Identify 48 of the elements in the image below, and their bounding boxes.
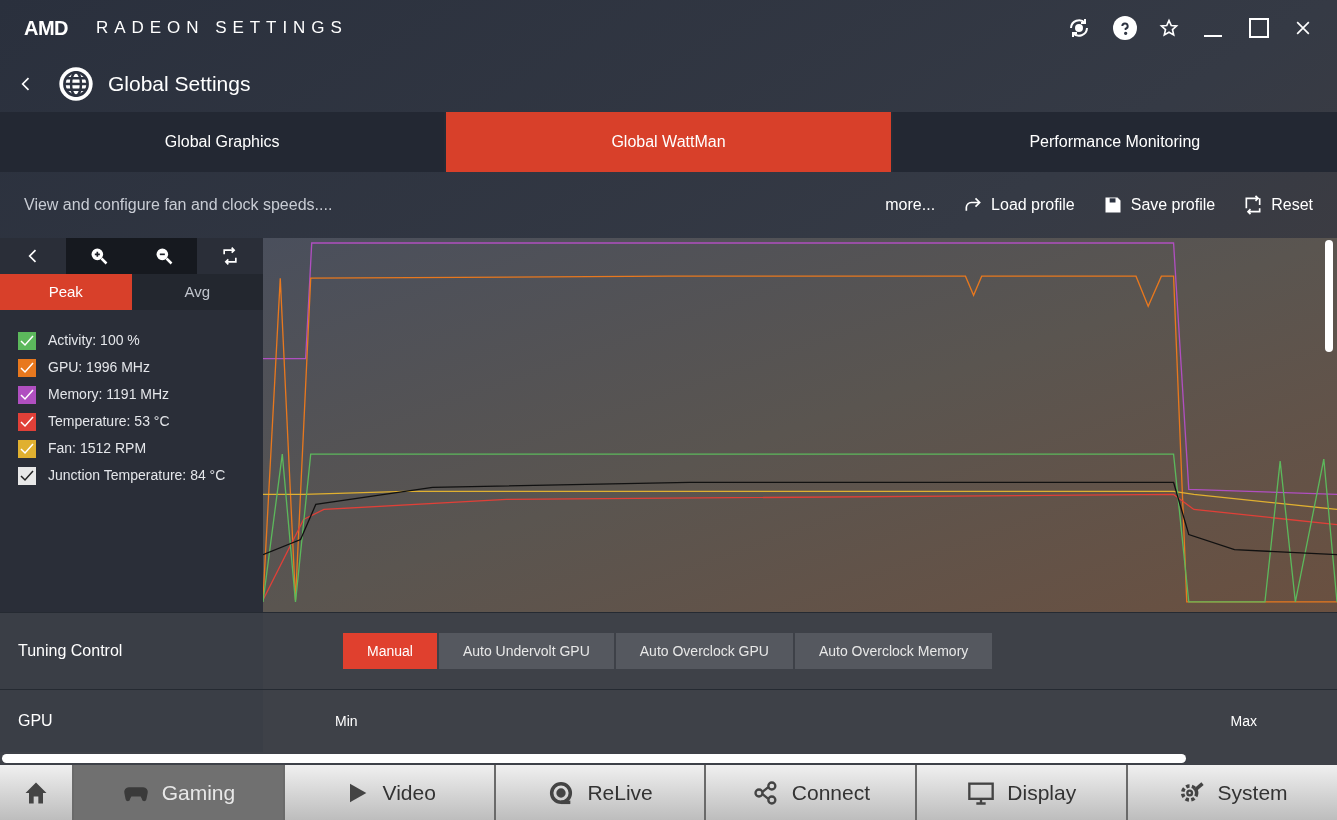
star-icon[interactable] [1159,17,1179,38]
nav-tab[interactable]: Gaming [74,765,283,820]
home-button[interactable] [0,765,72,820]
legend-label: Fan: 1512 RPM [48,439,147,458]
nav-tab[interactable]: Display [917,765,1127,820]
legend-checkbox[interactable] [18,412,36,431]
save-button[interactable]: Save profile [1102,193,1216,217]
page-title: Global Settings [108,70,251,97]
row-label: GPU [18,711,53,731]
row-label: Tuning Control [18,641,123,661]
tab[interactable]: Global WattMan [446,112,891,172]
tuning-option[interactable]: Manual [343,633,437,669]
legend-checkbox[interactable] [18,358,36,377]
max-label: Max [1230,711,1257,731]
legend-checkbox[interactable] [18,331,36,350]
scrollbar-thumb[interactable] [2,754,1186,763]
legend-checkbox[interactable] [18,385,36,404]
nav-tab[interactable]: Connect [706,765,916,820]
legend-label: Junction Temperature: 84 °C [48,466,226,485]
legend-label: Temperature: 53 °C [48,412,170,431]
reset-button[interactable]: Reset [1243,193,1313,217]
help-icon[interactable] [1113,15,1137,40]
description-text: View and configure fan and clock speeds.... [24,195,333,215]
nav-tab[interactable]: ReLive [495,765,705,820]
chart-tool-button[interactable] [131,238,198,274]
maximize-icon[interactable] [1247,15,1271,40]
legend-checkbox[interactable] [18,439,36,458]
window-title: RADEON SETTINGS [96,16,348,39]
legend-label: Activity: 100 % [48,331,140,350]
zoom-out-icon [154,246,175,266]
tuning-option[interactable]: Auto Overclock GPU [615,633,793,669]
tuning-option[interactable]: Auto Undervolt GPU [438,633,614,669]
scrollbar-thumb[interactable] [1325,240,1333,352]
chart-tool-button[interactable] [65,238,132,274]
legend-label: GPU: 1996 MHz [48,358,150,377]
nav-tab[interactable]: System [1128,765,1337,820]
min-label: Min [335,711,358,731]
chart-tool-button[interactable] [197,238,263,274]
amd-logo: AMD [24,15,69,41]
legend-label: Memory: 1191 MHz [48,385,170,404]
reset-icon [1243,195,1264,215]
load-button[interactable]: Load profile [963,193,1075,217]
more-button[interactable]: more... [885,193,936,217]
nav-tab[interactable]: Video [284,765,494,820]
legend-checkbox[interactable] [18,466,36,485]
tuning-option[interactable]: Auto Overclock Memory [794,633,993,669]
mode-tab[interactable]: Peak [0,274,132,310]
mode-tab[interactable]: Avg [131,274,263,310]
